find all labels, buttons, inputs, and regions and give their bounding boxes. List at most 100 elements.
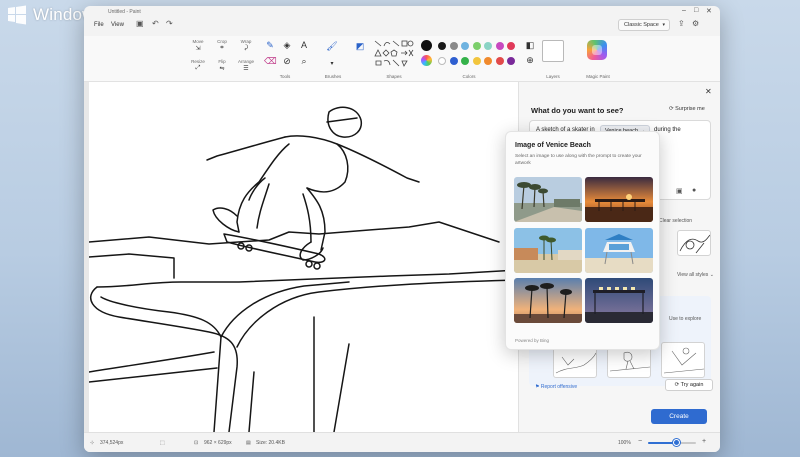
- microphone-icon[interactable]: ●: [692, 187, 696, 194]
- photo-option-4[interactable]: [585, 228, 653, 273]
- powered-by-label: Powered by Bing: [515, 338, 550, 343]
- undo-icon[interactable]: ↶: [152, 19, 159, 28]
- text-icon[interactable]: A: [298, 40, 310, 50]
- result-sketch-2-icon: [609, 351, 650, 372]
- redo-icon[interactable]: ↷: [166, 19, 173, 28]
- color-picker-icon[interactable]: [421, 55, 432, 66]
- mode-dropdown[interactable]: Classic Space ▾: [618, 19, 670, 31]
- image-tools-group: Move Crop Wrap ⇲ ⌗ ⤸ Resize Flip Arrange…: [188, 39, 258, 75]
- move-button[interactable]: Move: [188, 39, 208, 44]
- maximize-icon[interactable]: □: [694, 7, 698, 14]
- brush-dropdown-icon[interactable]: ▾: [327, 60, 337, 67]
- report-offensive-link[interactable]: ⚑ Report offensive: [535, 384, 577, 390]
- wrap-icon: ⤸: [244, 45, 248, 51]
- result-sketch-3-icon: [663, 347, 704, 374]
- try-again-label: Try again: [680, 382, 704, 388]
- color-swatch[interactable]: [449, 57, 458, 65]
- color-swatch[interactable]: [495, 57, 504, 65]
- brush-icon[interactable]: 🖌: [325, 41, 339, 52]
- drawing-canvas[interactable]: [88, 82, 519, 433]
- shapes-gallery-icon: [374, 40, 414, 67]
- layer-thumbnail[interactable]: [542, 40, 564, 62]
- result-thumbnail-2[interactable]: [607, 346, 651, 378]
- window-caption: Untitled - Paint: [108, 9, 141, 15]
- close-window-icon[interactable]: ✕: [706, 7, 712, 15]
- menu-file[interactable]: File: [94, 22, 104, 28]
- menu-view[interactable]: View: [111, 22, 124, 28]
- clear-selection-link[interactable]: Clear selection: [659, 218, 692, 224]
- color-swatch[interactable]: [472, 57, 481, 65]
- style-thumbnail[interactable]: [677, 230, 711, 256]
- settings-icon[interactable]: ⚙: [692, 19, 699, 28]
- color-swatch[interactable]: [507, 57, 515, 65]
- zoom-in-icon[interactable]: +: [702, 438, 706, 445]
- panel-title: What do you want to see?: [531, 106, 624, 115]
- resize-button[interactable]: Resize: [188, 59, 208, 64]
- result-thumbnail-1[interactable]: [553, 346, 597, 378]
- shapes-fill-icon[interactable]: ◩: [354, 41, 366, 52]
- add-layer-icon[interactable]: ⊕: [524, 55, 536, 66]
- minimize-icon[interactable]: –: [682, 7, 686, 14]
- color-swatch[interactable]: [461, 42, 469, 50]
- color1-swatch[interactable]: [421, 40, 432, 51]
- result-thumbnail-3[interactable]: [661, 342, 705, 378]
- file-icon: ▤: [246, 440, 251, 446]
- color-swatch[interactable]: [495, 42, 504, 50]
- color-swatch[interactable]: [507, 42, 515, 50]
- beach-boardwalk-photo-icon: [514, 228, 582, 273]
- color-swatch[interactable]: [449, 42, 458, 50]
- selection-icon: ⬚: [160, 440, 165, 446]
- chevron-down-icon: ▾: [662, 22, 665, 28]
- share-icon[interactable]: ⇪: [678, 19, 685, 28]
- save-icon[interactable]: ▣: [136, 19, 144, 28]
- colors-row-1: [438, 42, 515, 50]
- magnifier-icon[interactable]: ⌕: [298, 56, 310, 67]
- arrange-button[interactable]: Arrange: [236, 59, 256, 64]
- photo-option-5[interactable]: [514, 278, 582, 323]
- windows-central-logo-icon: [8, 5, 26, 25]
- flip-icon: ⇋: [219, 66, 225, 72]
- color-swatch[interactable]: [484, 57, 492, 65]
- surprise-me-button[interactable]: ⟳ Surprise me: [669, 106, 705, 112]
- color-swatch[interactable]: [438, 57, 446, 65]
- move-icon: ⇲: [195, 46, 201, 52]
- color-swatch[interactable]: [461, 57, 469, 65]
- zoom-out-icon[interactable]: −: [638, 438, 642, 445]
- crop-button[interactable]: Crop: [212, 39, 232, 44]
- tools-group-label: Tools: [279, 74, 291, 79]
- wrap-button[interactable]: Wrap: [236, 39, 256, 44]
- skater-sketch: [88, 106, 519, 433]
- photo-option-2[interactable]: [585, 177, 653, 222]
- image-icon[interactable]: ▣: [676, 187, 683, 195]
- eraser-icon[interactable]: ⌫: [264, 56, 277, 67]
- view-all-styles-link[interactable]: View all styles ⌄: [677, 272, 714, 278]
- color-swatch[interactable]: [484, 42, 492, 50]
- palm-sunset-photo-icon: [514, 278, 582, 323]
- sunset-pier-photo-icon: [585, 177, 653, 222]
- venice-sign-photo-icon: [585, 278, 653, 323]
- layers-icon[interactable]: ◧: [524, 40, 536, 51]
- color-swatch[interactable]: [438, 42, 446, 50]
- resize-icon: ⤢: [195, 65, 201, 71]
- canvas-size-icon: ⊡: [194, 440, 199, 446]
- magic-paint-icon[interactable]: [587, 40, 607, 60]
- brushes-group-label: Brushes: [324, 74, 342, 79]
- photo-option-1[interactable]: [514, 177, 582, 222]
- flip-button[interactable]: Flip: [212, 59, 232, 64]
- shapes-gallery[interactable]: [374, 39, 414, 69]
- photo-option-6[interactable]: [585, 278, 653, 323]
- color-swatch[interactable]: [472, 42, 481, 50]
- explore-hint: Use to explore: [669, 316, 702, 322]
- picker-icon[interactable]: ⊘: [281, 56, 293, 67]
- try-again-button[interactable]: ⟳ Try again: [665, 379, 713, 391]
- pencil-icon[interactable]: ✎: [264, 40, 276, 51]
- fill-icon[interactable]: ◈: [281, 40, 293, 51]
- palm-trees-photo-icon: [514, 177, 582, 222]
- status-bar: ⊹ 374,524px ⬚ ⊡ 962 × 629px ▤ Size: 20.4…: [84, 432, 720, 452]
- close-panel-icon[interactable]: ✕: [705, 87, 712, 96]
- canvas-dimensions: 962 × 629px: [204, 440, 232, 446]
- photo-option-3[interactable]: [514, 228, 582, 273]
- create-button[interactable]: Create: [651, 409, 707, 424]
- zoom-slider-thumb[interactable]: [673, 439, 681, 446]
- cursor-icon: ⊹: [90, 440, 95, 446]
